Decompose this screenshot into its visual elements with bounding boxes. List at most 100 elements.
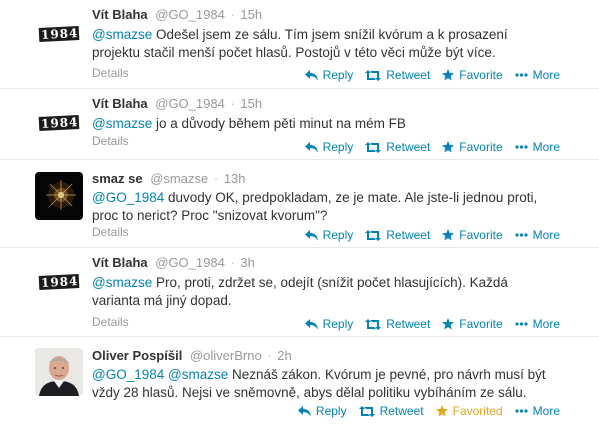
avatar[interactable] [35,172,83,220]
favorited-button[interactable]: Favorited [435,404,503,418]
avatar[interactable] [35,348,83,396]
tweet-header: Vít Blaha @GO_1984 · 3h [92,255,255,270]
tweet-author-username[interactable]: @oliverBrno [190,348,262,363]
details-link[interactable]: Details [92,315,129,329]
more-label: More [532,404,560,418]
more-label: More [532,228,560,242]
avatar[interactable]: 1984 [35,259,83,307]
tweet-timestamp[interactable]: 2h [277,348,291,363]
tweet-author-username[interactable]: @smazse [150,171,208,186]
favorited-label: Favorited [452,404,503,418]
avatar[interactable]: 1984 [35,11,83,59]
reply-button[interactable]: Reply [304,68,354,82]
reply-label: Reply [322,140,354,154]
tweet-body: Pro, proti, zdržet se, odejít (snížit po… [92,275,508,308]
tweet-actions: Reply Retweet Favorite More [293,68,560,82]
retweet-button[interactable]: Retweet [365,140,430,154]
favorite-button[interactable]: Favorite [442,228,503,242]
more-button[interactable]: More [515,68,560,82]
1984-icon: 1984 [35,100,83,148]
tweet-author-name[interactable]: Vít Blaha [92,7,148,22]
tweet-header: Vít Blaha @GO_1984 · 15h [92,96,262,111]
tweet-text: @GO_1984 @smazse Neznáš zákon. Kvórum je… [92,366,557,402]
tweet-actions: Reply Retweet Favorite More [293,317,560,331]
tweet-author-name[interactable]: smaz se [92,171,143,186]
more-button[interactable]: More [515,140,560,154]
tweet[interactable]: smaz se @smazse · 13h @GO_1984 duvody OK… [0,160,599,248]
favorite-button[interactable]: Favorite [442,68,503,82]
mention-link[interactable]: @smazse [92,27,152,42]
more-button[interactable]: More [515,404,560,418]
reply-icon [304,69,318,80]
firework-icon [35,172,83,220]
reply-label: Reply [315,404,347,418]
tweet-text: @smazse Pro, proti, zdržet se, odejít (s… [92,274,557,310]
retweet-label: Retweet [386,317,431,331]
details-link[interactable]: Details [92,134,129,148]
more-button[interactable]: More [515,228,560,242]
tweet-author-name[interactable]: Vít Blaha [92,255,148,270]
1984-icon: 1984 [35,259,83,307]
1984-icon: 1984 [35,11,83,59]
reply-icon [304,229,318,240]
tweet-header: smaz se @smazse · 13h [92,171,246,186]
retweet-icon [358,405,375,417]
retweet-label: Retweet [386,140,431,154]
more-label: More [532,140,560,154]
favorite-button[interactable]: Favorite [442,317,503,331]
tweet-author-username[interactable]: @GO_1984 [155,96,225,111]
mention-link[interactable]: @smazse [92,116,152,131]
tweet-body: jo a důvody během pěti minut na mém FB [152,116,406,131]
star-icon [435,405,448,417]
tweet-author-username[interactable]: @GO_1984 [155,255,225,270]
mention-link[interactable]: @smazse [92,275,152,290]
retweet-icon [365,69,382,81]
tweet-author-username[interactable]: @GO_1984 [155,7,225,22]
star-icon [442,69,455,81]
separator-dot: · [230,96,235,111]
reply-label: Reply [322,68,354,82]
tweet-timestamp[interactable]: 3h [240,255,254,270]
tweet-author-name[interactable]: Vít Blaha [92,96,148,111]
separator-dot: · [230,255,235,270]
tweet-timestamp[interactable]: 13h [224,171,246,186]
tweet[interactable]: 1984 Vít Blaha @GO_1984 · 15h @smazse Od… [0,0,599,89]
more-dots-icon [515,233,528,237]
favorite-button[interactable]: Favorite [442,140,503,154]
star-icon [442,141,455,153]
tweet-actions: Reply Retweet Favorite More [293,140,560,154]
tweet[interactable]: 1984 Vít Blaha @GO_1984 · 15h @smazse jo… [0,89,599,160]
tweet-timestamp[interactable]: 15h [240,96,262,111]
avatar[interactable]: 1984 [35,100,83,148]
separator-dot: · [213,171,219,186]
favorite-label: Favorite [459,140,503,154]
reply-button[interactable]: Reply [297,404,347,418]
reply-button[interactable]: Reply [304,140,354,154]
tweet-timestamp[interactable]: 15h [240,7,262,22]
retweet-button[interactable]: Retweet [365,228,430,242]
retweet-button[interactable]: Retweet [358,404,424,418]
retweet-button[interactable]: Retweet [365,317,430,331]
tweet-author-name[interactable]: Oliver Pospíšil [92,348,182,363]
tweet-header: Vít Blaha @GO_1984 · 15h [92,7,262,22]
more-label: More [532,317,560,331]
retweet-label: Retweet [386,68,431,82]
tweet-actions: Reply Retweet Favorite More [293,228,560,242]
tweet[interactable]: 1984 Vít Blaha @GO_1984 · 3h @smazse Pro… [0,248,599,337]
more-button[interactable]: More [515,317,560,331]
retweet-button[interactable]: Retweet [365,68,430,82]
separator-dot: · [267,348,272,363]
details-link[interactable]: Details [92,225,129,239]
reply-button[interactable]: Reply [304,228,353,242]
mention-link[interactable]: @GO_1984 [92,190,164,205]
retweet-icon [365,318,382,330]
details-link[interactable]: Details [92,66,129,80]
person-photo-icon [35,348,83,396]
tweet[interactable]: Oliver Pospíšil @oliverBrno · 2h @GO_198… [0,337,599,430]
reply-label: Reply [322,317,354,331]
mention-link[interactable]: @GO_1984 @smazse [92,367,228,382]
retweet-label: Retweet [379,404,424,418]
reply-icon [304,318,318,329]
tweet-text: @GO_1984 duvody OK, predpokladam, ze je … [92,189,557,225]
reply-button[interactable]: Reply [304,317,354,331]
